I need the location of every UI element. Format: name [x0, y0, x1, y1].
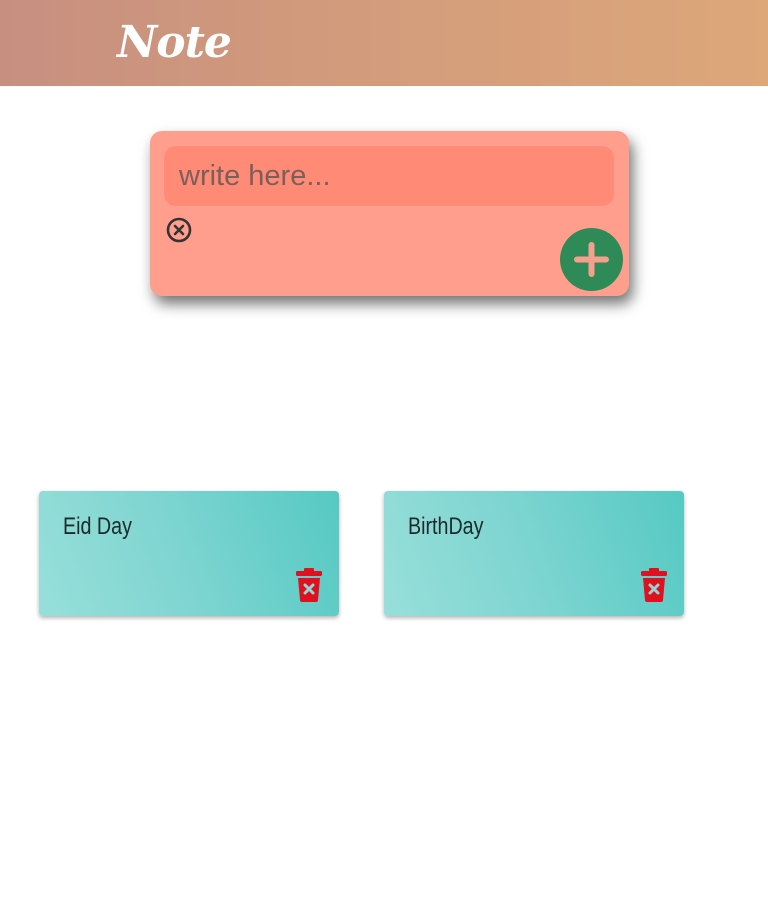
close-circle-icon [166, 217, 192, 243]
delete-note-button[interactable] [639, 567, 669, 603]
app-header: Note [0, 0, 768, 86]
note-composer [150, 131, 629, 296]
plus-icon [574, 242, 609, 277]
delete-note-button[interactable] [294, 567, 324, 603]
note-card: BirthDay [384, 491, 684, 616]
trash-icon [296, 568, 322, 602]
add-note-button[interactable] [560, 228, 623, 291]
note-card: Eid Day [39, 491, 339, 616]
note-text: Eid Day [63, 513, 132, 540]
trash-icon [641, 568, 667, 602]
note-input[interactable] [164, 146, 614, 206]
note-text: BirthDay [408, 513, 484, 540]
app-title: Note [117, 17, 232, 68]
clear-button[interactable] [165, 216, 193, 244]
